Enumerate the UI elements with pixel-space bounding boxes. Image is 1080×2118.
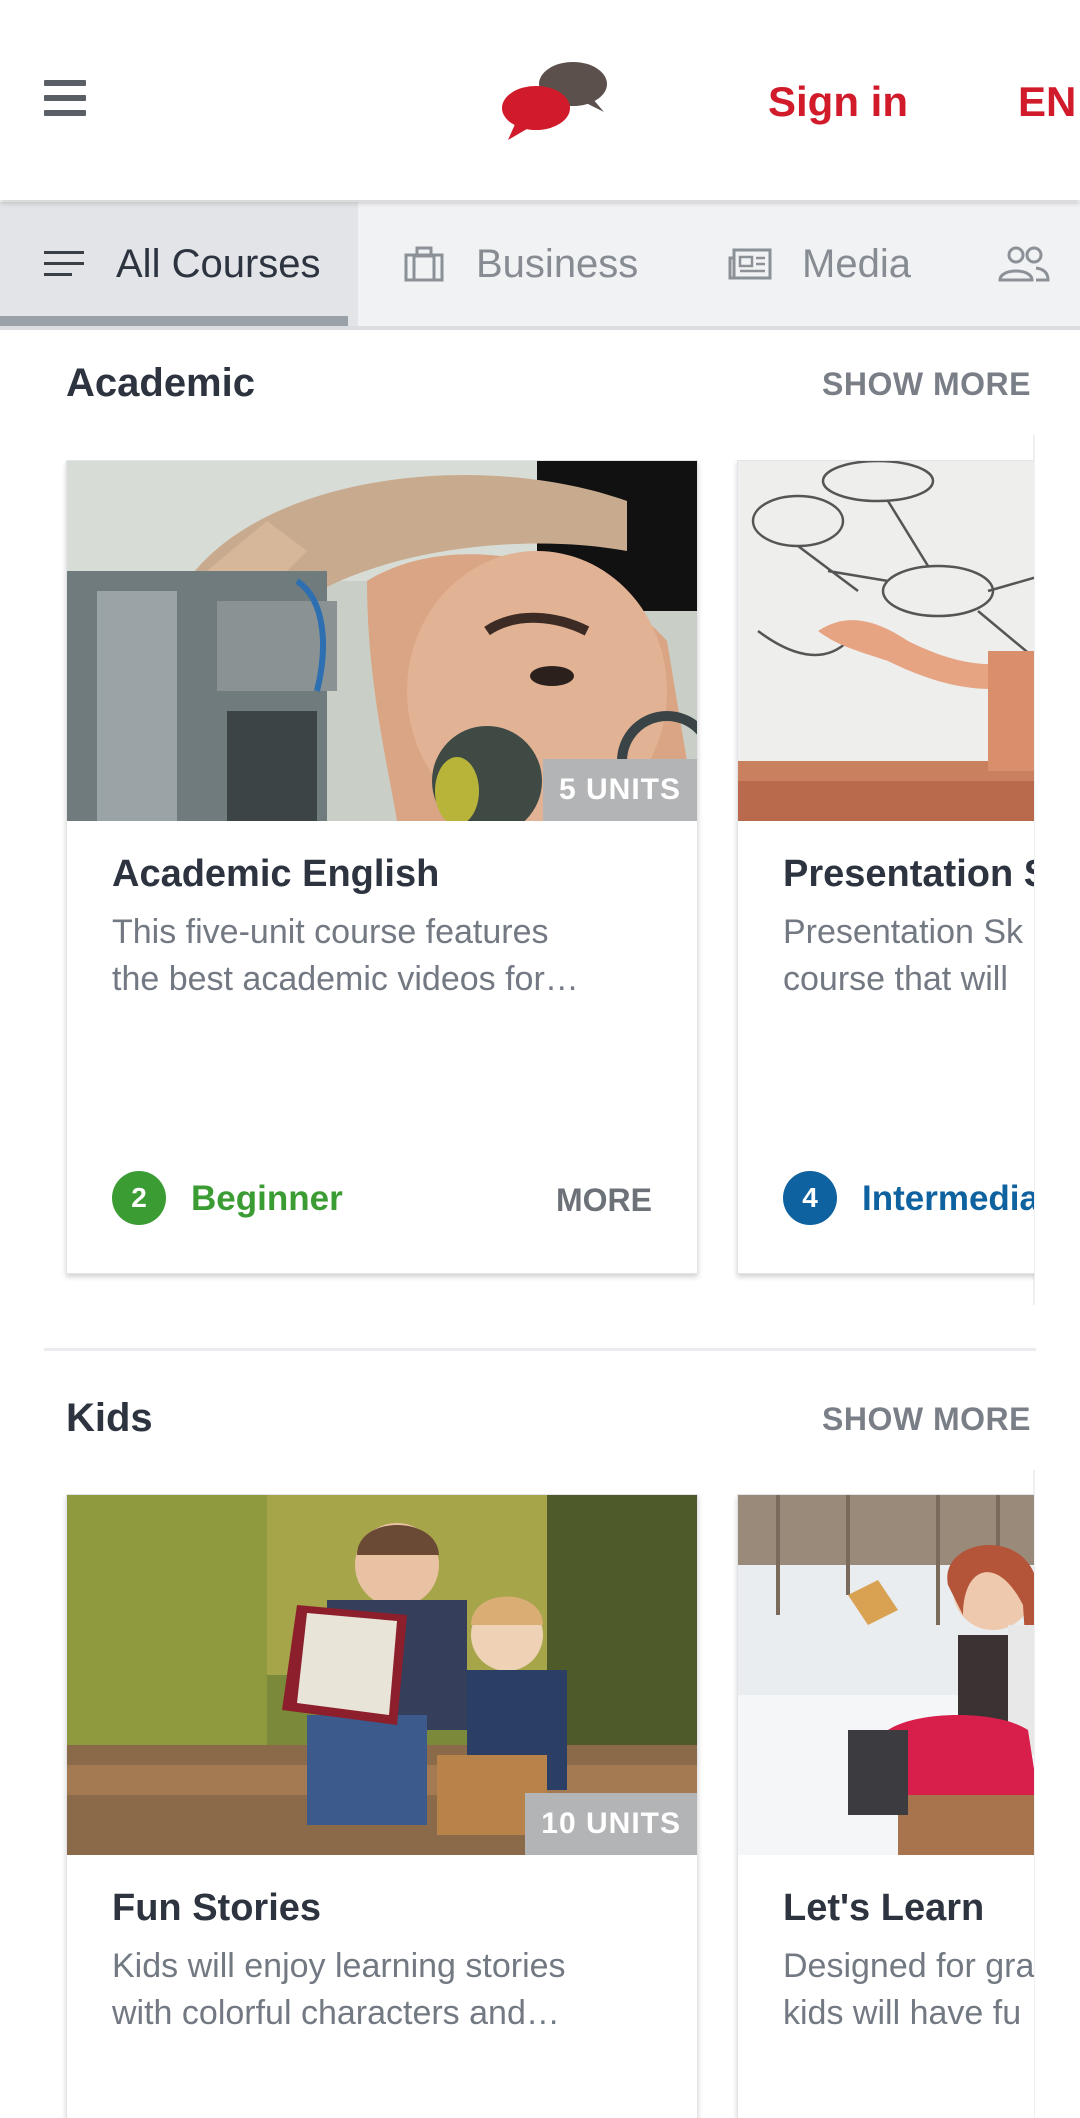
section-title-academic: Academic [66, 361, 255, 405]
active-tab-indicator [0, 316, 348, 326]
course-card-lets-learn[interactable]: Let's Learn Designed for gra kids will h… [737, 1494, 1034, 2118]
description-line: Designed for gra [783, 1947, 1034, 1985]
course-description: Kids will enjoy learning stories with co… [112, 1943, 612, 2037]
hamburger-menu-icon[interactable] [44, 80, 86, 116]
level-number-badge: 4 [783, 1171, 837, 1225]
tab-all-courses[interactable]: All Courses [0, 202, 358, 326]
description-line: This five-unit course features [112, 913, 549, 951]
level-number-badge: 2 [112, 1171, 166, 1225]
level-label: Intermedia [862, 1179, 1034, 1218]
description-line: course that will [783, 960, 1008, 998]
people-icon [998, 246, 1050, 282]
newspaper-icon [728, 248, 772, 280]
description-line: Kids will enjoy learning stories [112, 1947, 566, 1985]
section-title-kids: Kids [66, 1396, 153, 1440]
level-label: Beginner [191, 1179, 343, 1218]
course-thumbnail: 5 UNITS [67, 461, 697, 821]
kids-course-row[interactable]: 10 UNITS Fun Stories Kids will enjoy lea… [0, 1494, 1034, 2118]
tab-business[interactable]: Business [358, 202, 698, 326]
description-line: Presentation Sk [783, 913, 1024, 951]
whiteboard-photo [738, 461, 1034, 821]
language-selector[interactable]: EN [1018, 78, 1076, 126]
tab-people[interactable] [988, 202, 1080, 326]
description-line: kids will have fu [783, 1994, 1022, 2032]
briefcase-icon [404, 246, 444, 282]
app-header: Sign in EN [0, 0, 1080, 200]
speech-bubbles-logo-icon[interactable] [500, 60, 610, 142]
course-thumbnail [738, 461, 1034, 821]
girl-in-snow-photo [738, 1495, 1034, 1855]
description-line: with colorful characters and… [112, 1994, 560, 2032]
sign-in-button[interactable]: Sign in [768, 78, 908, 126]
course-card-academic-english[interactable]: 5 UNITS Academic English This five-unit … [66, 460, 698, 1274]
course-description: This five-unit course features the best … [112, 909, 612, 1003]
tab-label: Business [476, 241, 639, 286]
course-description: Designed for gra kids will have fu [783, 1943, 1034, 2037]
show-more-kids-button[interactable]: SHOW MORE [822, 1401, 1031, 1438]
course-title: Let's Learn [783, 1887, 985, 1929]
tab-label: Media [802, 241, 911, 286]
course-card-presentation-skills[interactable]: Presentation S Presentation Sk course th… [737, 460, 1034, 1274]
units-badge: 10 UNITS [525, 1793, 697, 1855]
tab-label: All Courses [116, 241, 321, 286]
course-thumbnail: 10 UNITS [67, 1495, 697, 1855]
course-title: Fun Stories [112, 1887, 322, 1929]
show-more-academic-button[interactable]: SHOW MORE [822, 366, 1031, 403]
course-title: Presentation S [783, 853, 1034, 895]
course-title: Academic English [112, 853, 440, 895]
description-line: the best academic videos for… [112, 960, 579, 998]
tab-media[interactable]: Media [698, 202, 988, 326]
more-button[interactable]: MORE [556, 1182, 652, 1219]
category-tabs: All Courses Business Media [0, 202, 1080, 330]
list-icon [44, 251, 84, 276]
course-card-fun-stories[interactable]: 10 UNITS Fun Stories Kids will enjoy lea… [66, 1494, 698, 2118]
section-divider [44, 1348, 1036, 1351]
course-description: Presentation Sk course that will [783, 909, 1034, 1003]
academic-course-row[interactable]: 5 UNITS Academic English This five-unit … [0, 460, 1034, 1290]
units-badge: 5 UNITS [542, 759, 697, 821]
course-thumbnail [738, 1495, 1034, 1855]
